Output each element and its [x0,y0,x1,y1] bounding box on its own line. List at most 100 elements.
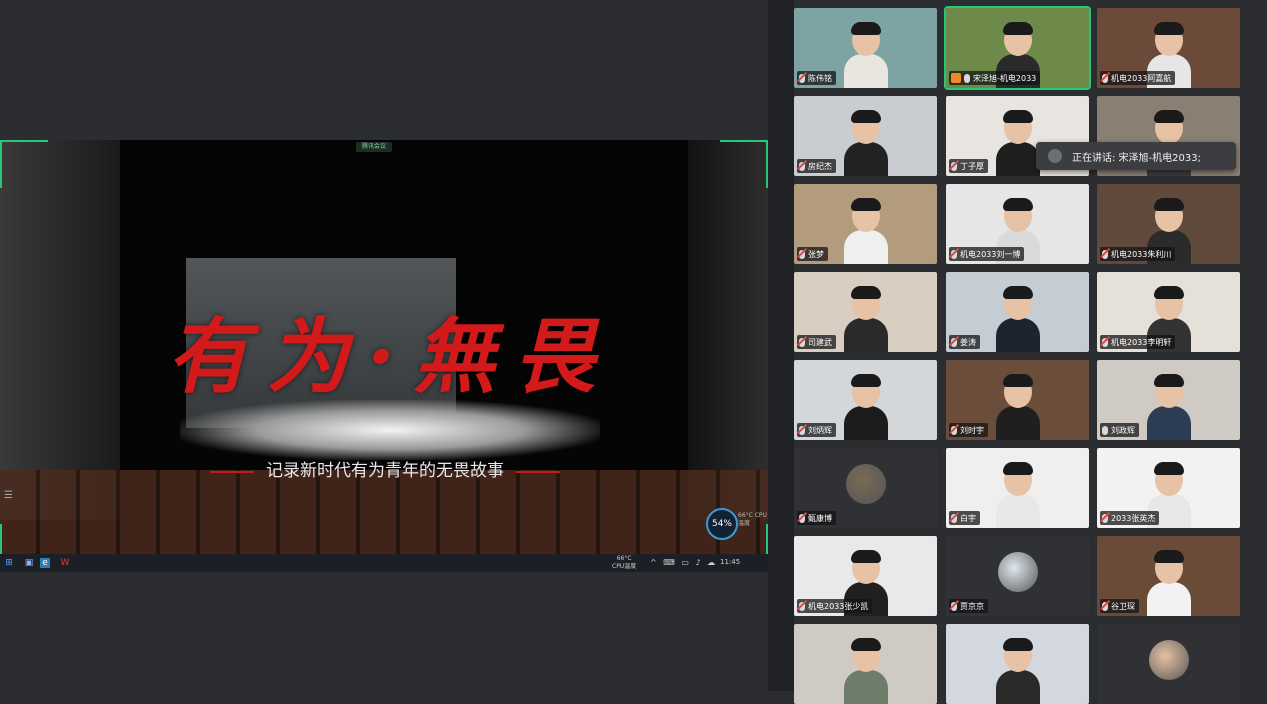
participant-body [995,670,1040,704]
participant-name: 房纪杰 [808,161,832,171]
participant-name: 机电2033刘一博 [960,249,1021,259]
participant-tile[interactable]: 张梦 [794,184,937,264]
participant-hair [1002,22,1033,35]
participant-namebar: 甄康博 [797,511,836,525]
wps-icon[interactable]: W [60,558,70,568]
participant-name: 刘政辉 [1111,425,1135,435]
participant-tile[interactable]: 司建武 [794,272,937,352]
participant-video-person [1146,374,1191,440]
participant-avatar [997,552,1038,592]
participant-namebar: 机电2033李明轩 [1100,335,1176,349]
mic-muted-icon [799,513,805,523]
participant-hair [1153,110,1184,123]
participant-namebar: 丁子厚 [949,159,988,173]
participant-body [1146,406,1191,440]
participant-tile[interactable]: 2033张英杰 [1097,448,1240,528]
participant-hair [1002,110,1033,123]
speaking-tooltip-text: 正在讲话: 宋泽旭-机电2033; [1072,152,1201,164]
participant-tile[interactable]: 机电2033张少凯 [794,536,937,616]
participant-namebar: 贾京京 [949,599,988,613]
participant-tile[interactable]: 刘炳辉 [794,360,937,440]
participant-tile[interactable] [794,624,937,704]
participant-name: 2033张英杰 [1111,513,1156,523]
participant-tile[interactable]: 谷卫琛 [1097,536,1240,616]
participant-namebar: 张梦 [797,247,828,261]
participant-hair [1153,286,1184,299]
windows-start-icon[interactable]: ⊞ [4,558,14,568]
participant-namebar: 姜涛 [949,335,980,349]
share-frame-corner [720,140,768,188]
participant-tile[interactable]: 贾京京 [946,536,1089,616]
participant-hair [850,286,881,299]
sharing-indicator[interactable]: 腾讯会议 [356,142,393,152]
taskbar-app-icon[interactable]: ▣ [24,558,34,568]
mic-icon [1102,425,1108,435]
participant-tile[interactable]: 机电2033李明轩 [1097,272,1240,352]
list-icon[interactable]: ☰ [4,490,13,501]
mic-muted-icon [799,601,805,611]
shared-screen[interactable]: 有为·無畏 记录新时代有为青年的无畏故事 腾讯会议 ☰ 54% 66°C CPU… [0,140,768,572]
participant-namebar: 刘炳辉 [797,423,836,437]
participant-hair [1153,374,1184,387]
mic-muted-icon [951,161,957,171]
speaking-tooltip: 正在讲话: 宋泽旭-机电2033; [1036,142,1236,170]
participant-namebar: 房纪杰 [797,159,836,173]
participant-tile[interactable]: 机电2033刘一博 [946,184,1089,264]
participant-body [843,670,888,704]
headline-calligraphy: 有为·無畏 [166,309,614,405]
participant-name: 机电2033阿嘉航 [1111,73,1172,83]
participant-avatar [845,464,886,504]
participant-name: 宋泽旭-机电2033 [973,73,1037,83]
auditorium-seats [0,470,768,560]
subtitle-text: 记录新时代有为青年的无畏故事 [266,461,504,481]
participant-body [995,406,1040,440]
participant-body [843,142,888,176]
participant-hair [850,22,881,35]
participant-tile[interactable]: 甄康博 [794,448,937,528]
participant-hair [1002,286,1033,299]
participant-hair [1002,638,1033,651]
participant-namebar: 谷卫琛 [1100,599,1139,613]
participant-body [843,406,888,440]
participant-hair [850,374,881,387]
participant-tile[interactable]: 机电2033阿嘉航 [1097,8,1240,88]
mic-muted-icon [951,513,957,523]
shared-screen-area: 有为·無畏 记录新时代有为青年的无畏故事 腾讯会议 ☰ 54% 66°C CPU… [0,0,768,691]
participant-name: 谷卫琛 [1111,601,1135,611]
taskbar-clock: 11:45 [720,558,741,566]
participant-name: 刘炳辉 [808,425,832,435]
participant-tile[interactable]: 刘时宇 [946,360,1089,440]
participant-tile[interactable]: 陈伟铭 [794,8,937,88]
participant-tile[interactable]: 白宇 [946,448,1089,528]
participant-tile[interactable]: 刘政辉 [1097,360,1240,440]
browser-icon[interactable]: e [40,558,50,568]
windows-taskbar: ⊞ ▣ e W 66°C CPU温度 ^ ⌨ ▭ ♪ ☁ 11:45 [0,554,768,572]
taskbar-cpu-temp: 66°C CPU温度 [612,555,636,571]
participant-name: 甄康博 [808,513,832,523]
participant-hair [1002,462,1033,475]
stage-spotlight [180,400,600,460]
participant-avatar [1148,640,1189,680]
mic-muted-icon [1102,601,1108,611]
participant-name: 丁子厚 [960,161,984,171]
participant-video-person [1146,550,1191,616]
participant-tile[interactable]: 宋泽旭-机电2033 [944,6,1091,90]
mic-muted-icon [799,161,805,171]
participant-tile[interactable]: 姜涛 [946,272,1089,352]
participant-tile[interactable] [946,624,1089,704]
participant-name: 机电2033李明轩 [1111,337,1172,347]
participant-tile[interactable] [1097,624,1240,704]
participant-namebar: 刘政辉 [1100,423,1139,437]
participant-tile[interactable]: 机电2033朱利川 [1097,184,1240,264]
participant-name: 机电2033朱利川 [1111,249,1172,259]
participant-tile[interactable]: 房纪杰 [794,96,937,176]
system-tray-icons[interactable]: ^ ⌨ ▭ ♪ ☁ [650,558,717,567]
mic-muted-icon [799,425,805,435]
subtitle-rule-left [210,470,254,473]
participant-body [843,230,888,264]
mic-muted-icon [799,249,805,259]
mic-icon [964,73,970,83]
participant-name: 机电2033张少凯 [808,601,869,611]
participant-video-person [995,462,1040,528]
taskbar-temp-value: 66°C [616,555,632,562]
